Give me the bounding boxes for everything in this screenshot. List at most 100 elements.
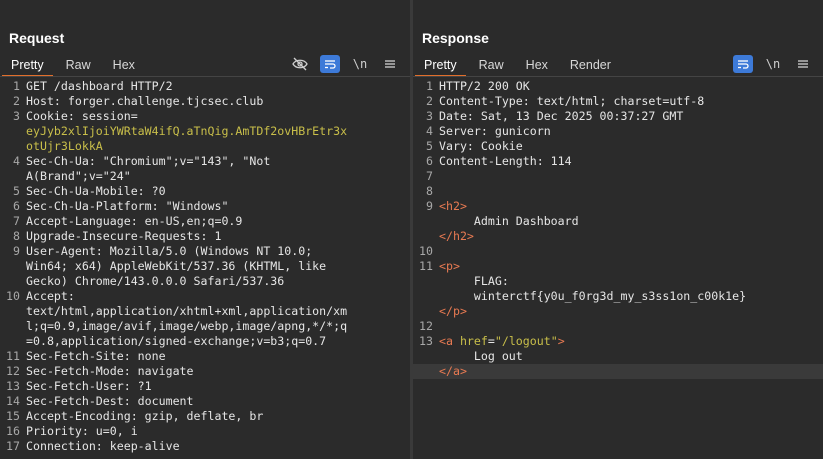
response-title: Response <box>422 30 489 46</box>
line-text: text/html,application/xhtml+xml,applicat… <box>26 304 348 318</box>
line-number: 1 <box>13 79 20 93</box>
code-line: 16 Priority: u=0, i <box>0 424 410 439</box>
newline-toggle-icon[interactable]: \n <box>763 55 783 73</box>
code-line: 12 <box>413 319 823 334</box>
tab-raw[interactable]: Raw <box>55 54 102 76</box>
line-text: eyJyb2xlIjoiYWRtaW4ifQ.aTnQig.AmTDf2ovHB… <box>26 124 348 138</box>
code-line: 4 Server: gunicorn <box>413 124 823 139</box>
request-tools: \n <box>290 54 400 74</box>
code-line: 10 Accept: <box>0 289 410 304</box>
code-line: text/html,application/xhtml+xml,applicat… <box>0 304 410 319</box>
line-number: 11 <box>6 349 20 363</box>
line-text: Sec-Ch-Ua: "Chromium";v="143", "Not <box>26 154 271 168</box>
line-text: Sec-Fetch-Mode: navigate <box>26 364 194 378</box>
code-line: 9 <h2> <box>413 199 823 214</box>
line-number: 5 <box>13 184 20 198</box>
code-line: 2 Content-Type: text/html; charset=utf-8 <box>413 94 823 109</box>
code-line: 11 <p> <box>413 259 823 274</box>
line-number: 10 <box>419 244 433 258</box>
tab-pretty[interactable]: Pretty <box>413 54 468 77</box>
code-line: 1 HTTP/2 200 OK <box>413 79 823 94</box>
code-line: Log out <box>413 349 823 364</box>
line-text: GET /dashboard HTTP/2 <box>26 79 173 93</box>
line-number: 1 <box>426 79 433 93</box>
tab-render[interactable]: Render <box>559 54 622 76</box>
request-pane: Request Pretty Raw Hex \n 1 GET /dashboar… <box>0 0 410 459</box>
code-line: 12 Sec-Fetch-Mode: navigate <box>0 364 410 379</box>
line-number: 5 <box>426 139 433 153</box>
code-line: </a> <box>413 364 823 379</box>
line-text: Connection: keep-alive <box>26 439 180 453</box>
code-line: otUjr3LokkA <box>0 139 410 154</box>
code-line: Win64; x64) AppleWebKit/537.36 (KHTML, l… <box>0 259 410 274</box>
tab-raw[interactable]: Raw <box>468 54 515 76</box>
line-number: 2 <box>13 94 20 108</box>
line-text: Accept-Encoding: gzip, deflate, br <box>26 409 264 423</box>
code-line: 17 Connection: keep-alive <box>0 439 410 454</box>
menu-icon[interactable] <box>793 55 813 73</box>
line-text: <a href="/logout"> <box>439 334 565 348</box>
line-text: </p> <box>439 304 467 318</box>
code-line: 11 Sec-Fetch-Site: none <box>0 349 410 364</box>
code-line: FLAG: <box>413 274 823 289</box>
line-number: 11 <box>419 259 433 273</box>
code-line: 14 Sec-Fetch-Dest: document <box>0 394 410 409</box>
line-text: FLAG: <box>439 274 509 288</box>
line-text: winterctf{y0u_f0rg3d_my_s3ss1on_c00k1e} <box>439 289 747 303</box>
response-editor[interactable]: 1 HTTP/2 200 OK 2 Content-Type: text/html; … <box>413 79 823 459</box>
line-text: Sec-Fetch-Site: none <box>26 349 166 363</box>
menu-icon[interactable] <box>380 55 400 73</box>
code-line: eyJyb2xlIjoiYWRtaW4ifQ.aTnQig.AmTDf2ovHB… <box>0 124 410 139</box>
line-number: 4 <box>13 154 20 168</box>
line-text: otUjr3LokkA <box>26 139 103 153</box>
line-text: Gecko) Chrome/143.0.0.0 Safari/537.36 <box>26 274 285 288</box>
line-text: <p> <box>439 259 460 273</box>
line-number: 10 <box>6 289 20 303</box>
line-text: Vary: Cookie <box>439 139 523 153</box>
tab-divider <box>413 76 823 77</box>
code-line: Admin Dashboard <box>413 214 823 229</box>
line-number: 6 <box>13 199 20 213</box>
code-line: Gecko) Chrome/143.0.0.0 Safari/537.36 <box>0 274 410 289</box>
line-text: Accept-Language: en-US,en;q=0.9 <box>26 214 243 228</box>
line-text: User-Agent: Mozilla/5.0 (Windows NT 10.0… <box>26 244 313 258</box>
newline-toggle-icon[interactable]: \n <box>350 55 370 73</box>
line-text: <h2> <box>439 199 467 213</box>
line-number: 8 <box>426 184 433 198</box>
code-line: 7 <box>413 169 823 184</box>
wrap-lines-icon[interactable] <box>733 55 753 73</box>
response-pane: Response Pretty Raw Hex Render \n 1 HTTP/… <box>413 0 823 459</box>
code-line: 15 Accept-Encoding: gzip, deflate, br <box>0 409 410 424</box>
line-number: 16 <box>6 424 20 438</box>
response-tools: \n <box>733 54 813 74</box>
line-text: Content-Length: 114 <box>439 154 572 168</box>
line-text: Sec-Fetch-User: ?1 <box>26 379 152 393</box>
tab-pretty[interactable]: Pretty <box>0 54 55 77</box>
code-line: =0.8,application/signed-exchange;v=b3;q=… <box>0 334 410 349</box>
tab-hex[interactable]: Hex <box>102 54 146 76</box>
line-text: Cookie: session= <box>26 109 138 123</box>
line-number: 7 <box>426 169 433 183</box>
line-text: Date: Sat, 13 Dec 2025 00:37:27 GMT <box>439 109 684 123</box>
line-number: 13 <box>419 334 433 348</box>
request-editor[interactable]: 1 GET /dashboard HTTP/2 2 Host: forger.chal… <box>0 79 410 459</box>
code-line: 10 <box>413 244 823 259</box>
line-text: Host: forger.challenge.tjcsec.club <box>26 94 264 108</box>
code-line: 2 Host: forger.challenge.tjcsec.club <box>0 94 410 109</box>
line-number: 4 <box>426 124 433 138</box>
code-line: 3 Date: Sat, 13 Dec 2025 00:37:27 GMT <box>413 109 823 124</box>
wrap-lines-icon[interactable] <box>320 55 340 73</box>
line-text: Content-Type: text/html; charset=utf-8 <box>439 94 705 108</box>
code-line: 4 Sec-Ch-Ua: "Chromium";v="143", "Not <box>0 154 410 169</box>
line-number: 9 <box>426 199 433 213</box>
tab-hex[interactable]: Hex <box>515 54 559 76</box>
code-line: 5 Sec-Ch-Ua-Mobile: ?0 <box>0 184 410 199</box>
line-text: Upgrade-Insecure-Requests: 1 <box>26 229 222 243</box>
line-text: HTTP/2 200 OK <box>439 79 530 93</box>
line-text: l;q=0.9,image/avif,image/webp,image/apng… <box>26 319 348 333</box>
line-number: 7 <box>13 214 20 228</box>
line-text: Server: gunicorn <box>439 124 551 138</box>
line-text: Sec-Fetch-Dest: document <box>26 394 194 408</box>
code-line: 5 Vary: Cookie <box>413 139 823 154</box>
eye-off-icon[interactable] <box>290 55 310 73</box>
